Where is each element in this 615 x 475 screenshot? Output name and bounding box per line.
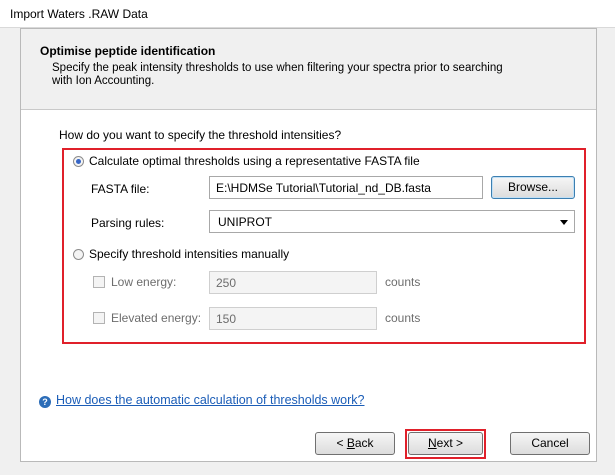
fasta-file-input[interactable]: E:\HDMSe Tutorial\Tutorial_nd_DB.fasta	[209, 176, 483, 199]
low-energy-unit: counts	[385, 275, 421, 289]
back-button[interactable]: < Back	[315, 432, 395, 455]
threshold-question: How do you want to specify the threshold…	[59, 128, 342, 142]
manual-radio-label[interactable]: Specify threshold intensities manually	[89, 247, 289, 261]
wizard-panel: Optimise peptide identification Specify …	[20, 28, 597, 462]
parsing-rules-value: UNIPROT	[218, 215, 272, 229]
window-title: Import Waters .RAW Data	[10, 7, 148, 21]
elevated-energy-unit: counts	[385, 311, 421, 325]
cancel-button[interactable]: Cancel	[510, 432, 590, 455]
parsing-rules-select[interactable]: UNIPROT	[209, 210, 575, 233]
low-energy-input[interactable]: 250	[209, 271, 377, 294]
help-link[interactable]: How does the automatic calculation of th…	[56, 393, 365, 407]
parsing-rules-label: Parsing rules:	[91, 216, 165, 230]
chevron-down-icon	[560, 220, 568, 225]
back-access-key: B	[346, 436, 355, 450]
manual-radio[interactable]	[73, 249, 84, 260]
low-energy-label: Low energy:	[111, 275, 177, 289]
next-highlight-box	[405, 429, 486, 459]
low-energy-checkbox[interactable]	[93, 276, 105, 288]
help-icon: ?	[39, 396, 51, 408]
back-rest: ack	[354, 436, 374, 450]
fasta-radio-label[interactable]: Calculate optimal thresholds using a rep…	[89, 154, 420, 168]
title-bar: Import Waters .RAW Data	[0, 0, 615, 28]
elevated-energy-checkbox[interactable]	[93, 312, 105, 324]
wizard-header: Optimise peptide identification Specify …	[21, 29, 596, 110]
import-dialog: Import Waters .RAW Data Optimise peptide…	[0, 0, 615, 475]
browse-button[interactable]: Browse...	[491, 176, 575, 199]
fasta-radio[interactable]	[73, 156, 84, 167]
fasta-file-label: FASTA file:	[91, 182, 150, 196]
elevated-energy-label: Elevated energy:	[111, 311, 202, 325]
elevated-energy-input[interactable]: 150	[209, 307, 377, 330]
page-title: Optimise peptide identification	[40, 44, 216, 58]
back-prefix: <	[336, 436, 347, 450]
page-description: Specify the peak intensity thresholds to…	[52, 62, 503, 87]
